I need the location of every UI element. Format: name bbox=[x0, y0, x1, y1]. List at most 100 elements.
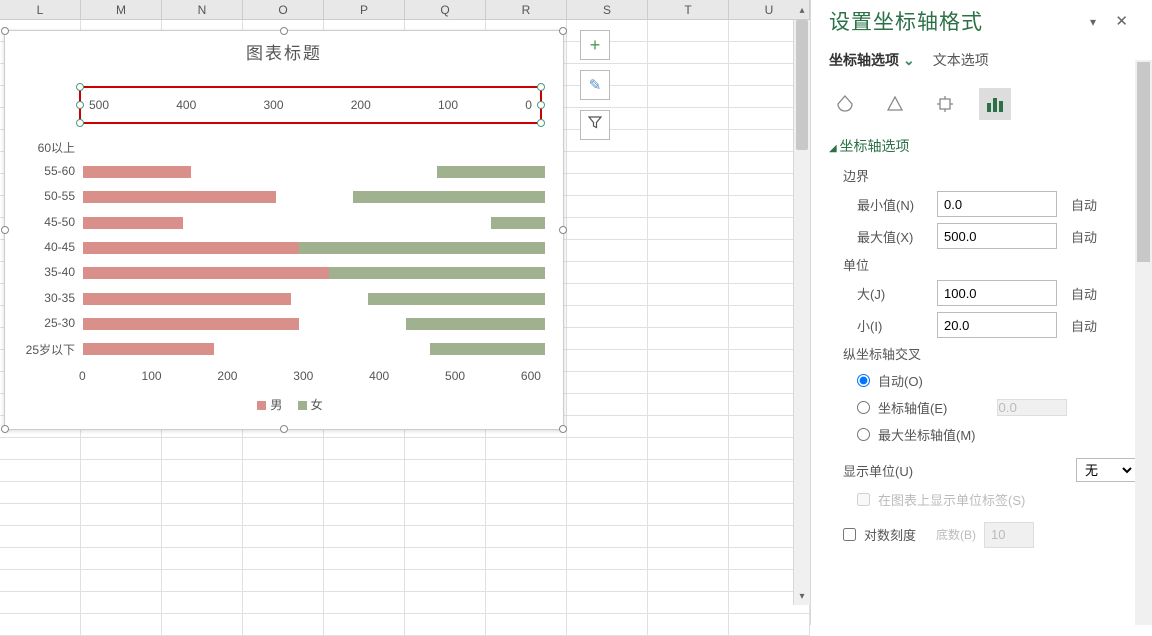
chart-object[interactable]: 图表标题 500 400 300 200 100 0 60以上 55-60 50-5… bbox=[4, 30, 564, 430]
scroll-down-icon[interactable]: ▾ bbox=[794, 588, 810, 605]
chart-elements-button[interactable]: + bbox=[580, 30, 610, 60]
min-label: 最小值(N) bbox=[857, 195, 937, 214]
bar-row[interactable] bbox=[83, 141, 545, 153]
panel-scrollbar[interactable] bbox=[1135, 60, 1152, 625]
bar-male[interactable] bbox=[83, 217, 183, 229]
scroll-up-icon[interactable]: ▴ bbox=[794, 2, 810, 19]
sec-tick: 0 bbox=[525, 98, 532, 112]
legend-label: 男 bbox=[270, 398, 282, 412]
cross-value-input bbox=[997, 399, 1067, 416]
chart-legend[interactable]: 男 女 bbox=[5, 396, 563, 413]
col-header[interactable]: R bbox=[486, 0, 567, 19]
primary-axis[interactable]: 0 100 200 300 400 500 600 bbox=[79, 369, 541, 383]
bar-row[interactable] bbox=[83, 293, 545, 305]
legend-swatch-female bbox=[298, 401, 307, 410]
fill-line-icon[interactable] bbox=[829, 88, 861, 120]
bar-male[interactable] bbox=[83, 293, 291, 305]
col-header[interactable]: O bbox=[243, 0, 324, 19]
bar-female[interactable] bbox=[491, 217, 545, 229]
x-tick: 0 bbox=[79, 369, 86, 383]
legend-swatch-male bbox=[257, 401, 266, 410]
major-input[interactable] bbox=[937, 280, 1057, 306]
sec-tick: 400 bbox=[176, 98, 196, 112]
chart-filter-button[interactable] bbox=[580, 110, 610, 140]
bar-row[interactable] bbox=[83, 318, 545, 330]
category-label: 50-55 bbox=[9, 189, 79, 203]
category-label: 45-50 bbox=[9, 215, 79, 229]
chart-title[interactable]: 图表标题 bbox=[5, 31, 563, 72]
display-unit-select[interactable]: 无 bbox=[1076, 458, 1136, 482]
category-label: 25岁以下 bbox=[9, 341, 79, 358]
bar-row[interactable] bbox=[83, 191, 545, 203]
bar-male[interactable] bbox=[83, 191, 276, 203]
category-label: 55-60 bbox=[9, 164, 79, 178]
bar-female[interactable] bbox=[430, 343, 546, 355]
bar-male[interactable] bbox=[83, 166, 191, 178]
scrollbar-thumb[interactable] bbox=[1137, 62, 1150, 262]
bar-female[interactable] bbox=[437, 166, 545, 178]
major-label: 大(J) bbox=[857, 284, 937, 303]
cross-max-radio[interactable]: 最大坐标轴值(M) bbox=[857, 425, 1136, 444]
bar-female[interactable] bbox=[299, 242, 545, 254]
plus-icon: + bbox=[590, 35, 601, 56]
minor-auto: 自动 bbox=[1071, 316, 1097, 335]
size-properties-icon[interactable] bbox=[929, 88, 961, 120]
category-label: 60以上 bbox=[9, 139, 79, 156]
bar-row[interactable] bbox=[83, 343, 545, 355]
x-tick: 500 bbox=[445, 369, 465, 383]
bar-row[interactable] bbox=[83, 217, 545, 229]
column-headers: L M N O P Q R S T U bbox=[0, 0, 810, 20]
chart-styles-button[interactable]: ✎ bbox=[580, 70, 610, 100]
x-tick: 600 bbox=[521, 369, 541, 383]
brush-icon: ✎ bbox=[589, 76, 602, 94]
bar-female[interactable] bbox=[406, 318, 545, 330]
axis-options-icon[interactable] bbox=[979, 88, 1011, 120]
sec-tick: 200 bbox=[351, 98, 371, 112]
col-header[interactable]: M bbox=[81, 0, 162, 19]
min-input[interactable] bbox=[937, 191, 1057, 217]
bar-male[interactable] bbox=[83, 343, 214, 355]
minor-input[interactable] bbox=[937, 312, 1057, 338]
col-header[interactable]: S bbox=[567, 0, 648, 19]
vertical-scrollbar[interactable]: ▴ ▾ bbox=[793, 20, 810, 605]
unit-label: 单位 bbox=[843, 255, 1136, 274]
category-label: 30-35 bbox=[9, 291, 79, 305]
bar-female[interactable] bbox=[353, 191, 546, 203]
chevron-down-icon: ⌄ bbox=[903, 52, 915, 68]
show-unit-label-checkbox: 在图表上显示单位标签(S) bbox=[857, 490, 1136, 509]
scrollbar-thumb[interactable] bbox=[796, 20, 808, 150]
log-scale-checkbox[interactable]: 对数刻度 bbox=[843, 525, 916, 544]
max-auto: 自动 bbox=[1071, 227, 1097, 246]
bar-male[interactable] bbox=[83, 267, 368, 279]
chart-float-toolbar: + ✎ bbox=[580, 30, 610, 140]
col-header[interactable]: L bbox=[0, 0, 81, 19]
secondary-axis-selected[interactable]: 500 400 300 200 100 0 bbox=[79, 86, 542, 124]
panel-close-icon[interactable]: ✕ bbox=[1115, 12, 1128, 30]
log-base-input bbox=[984, 522, 1034, 548]
cross-value-radio[interactable]: 坐标轴值(E) bbox=[857, 398, 1136, 417]
bar-female[interactable] bbox=[368, 293, 545, 305]
col-header[interactable]: N bbox=[162, 0, 243, 19]
sec-tick: 100 bbox=[438, 98, 458, 112]
bar-female[interactable] bbox=[329, 267, 545, 279]
bar-male[interactable] bbox=[83, 318, 299, 330]
col-header[interactable]: P bbox=[324, 0, 405, 19]
section-axis-options[interactable]: 坐标轴选项 bbox=[829, 136, 1136, 156]
tab-text-options[interactable]: 文本选项 bbox=[933, 50, 989, 74]
plot-area[interactable]: 60以上55-6050-5545-5040-4535-4030-3525-302… bbox=[9, 134, 543, 362]
tab-axis-options[interactable]: 坐标轴选项⌄ bbox=[829, 50, 915, 74]
col-header[interactable]: T bbox=[648, 0, 729, 19]
bar-row[interactable] bbox=[83, 267, 545, 279]
spreadsheet-area: L M N O P Q R S T U for(let i=0;i<27;i++… bbox=[0, 0, 810, 625]
panel-dropdown-icon[interactable]: ▾ bbox=[1090, 15, 1096, 29]
bar-row[interactable] bbox=[83, 166, 545, 178]
max-input[interactable] bbox=[937, 223, 1057, 249]
funnel-icon bbox=[588, 116, 602, 134]
cross-auto-radio[interactable]: 自动(O) bbox=[857, 371, 1136, 390]
effects-icon[interactable] bbox=[879, 88, 911, 120]
col-header[interactable]: Q bbox=[405, 0, 486, 19]
x-tick: 100 bbox=[142, 369, 162, 383]
log-base-label: 底数(B) bbox=[936, 526, 976, 543]
bounds-label: 边界 bbox=[843, 166, 1136, 185]
bar-row[interactable] bbox=[83, 242, 545, 254]
